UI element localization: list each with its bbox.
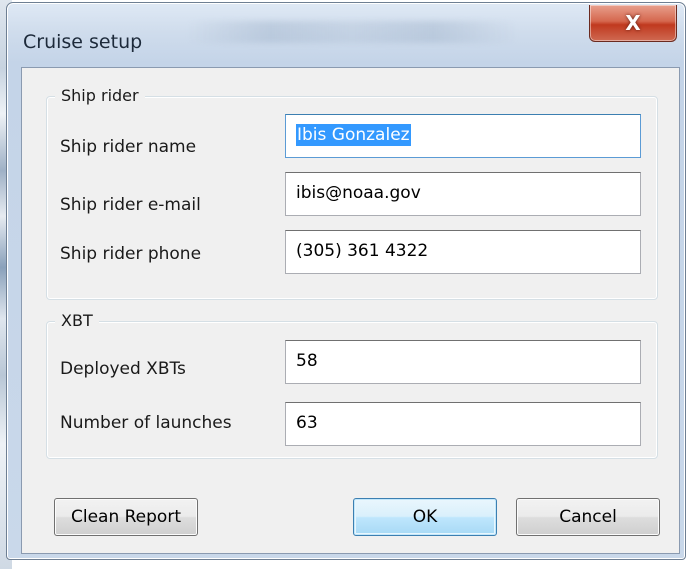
- number-of-launches-label: Number of launches: [60, 413, 232, 433]
- ship-rider-email-value: ibis@noaa.gov: [296, 183, 421, 203]
- title-bar[interactable]: Cruise setup X: [7, 3, 685, 65]
- ship-rider-name-field[interactable]: Ibis Gonzalez: [285, 114, 641, 158]
- ship-rider-phone-field[interactable]: (305) 361 4322: [285, 230, 641, 274]
- close-button[interactable]: X: [589, 5, 677, 42]
- xbt-group-label: XBT: [55, 311, 99, 330]
- ship-rider-email-field[interactable]: ibis@noaa.gov: [285, 172, 641, 216]
- deployed-xbts-value: 58: [296, 351, 318, 371]
- number-of-launches-field[interactable]: 63: [285, 402, 641, 446]
- ship-rider-group-label: Ship rider: [55, 86, 145, 105]
- title-bar-background-blur: [187, 21, 517, 43]
- ship-rider-email-label: Ship rider e-mail: [60, 195, 201, 215]
- ship-rider-phone-label: Ship rider phone: [60, 244, 202, 264]
- clean-report-button[interactable]: Clean Report: [54, 498, 198, 536]
- ship-rider-name-value: Ibis Gonzalez: [296, 124, 411, 146]
- number-of-launches-value: 63: [296, 413, 318, 433]
- close-icon: X: [625, 11, 641, 35]
- deployed-xbts-field[interactable]: 58: [285, 340, 641, 384]
- ship-rider-name-label: Ship rider name: [60, 137, 197, 157]
- cruise-setup-dialog: Cruise setup X Ship rider Ship rider nam…: [6, 2, 686, 560]
- ship-rider-phone-value: (305) 361 4322: [296, 241, 429, 261]
- cancel-button[interactable]: Cancel: [516, 498, 660, 536]
- window-title: Cruise setup: [23, 31, 143, 53]
- ok-button[interactable]: OK: [353, 498, 497, 536]
- dialog-client-area: Ship rider Ship rider name Ibis Gonzalez…: [21, 67, 680, 554]
- deployed-xbts-label: Deployed XBTs: [60, 359, 186, 379]
